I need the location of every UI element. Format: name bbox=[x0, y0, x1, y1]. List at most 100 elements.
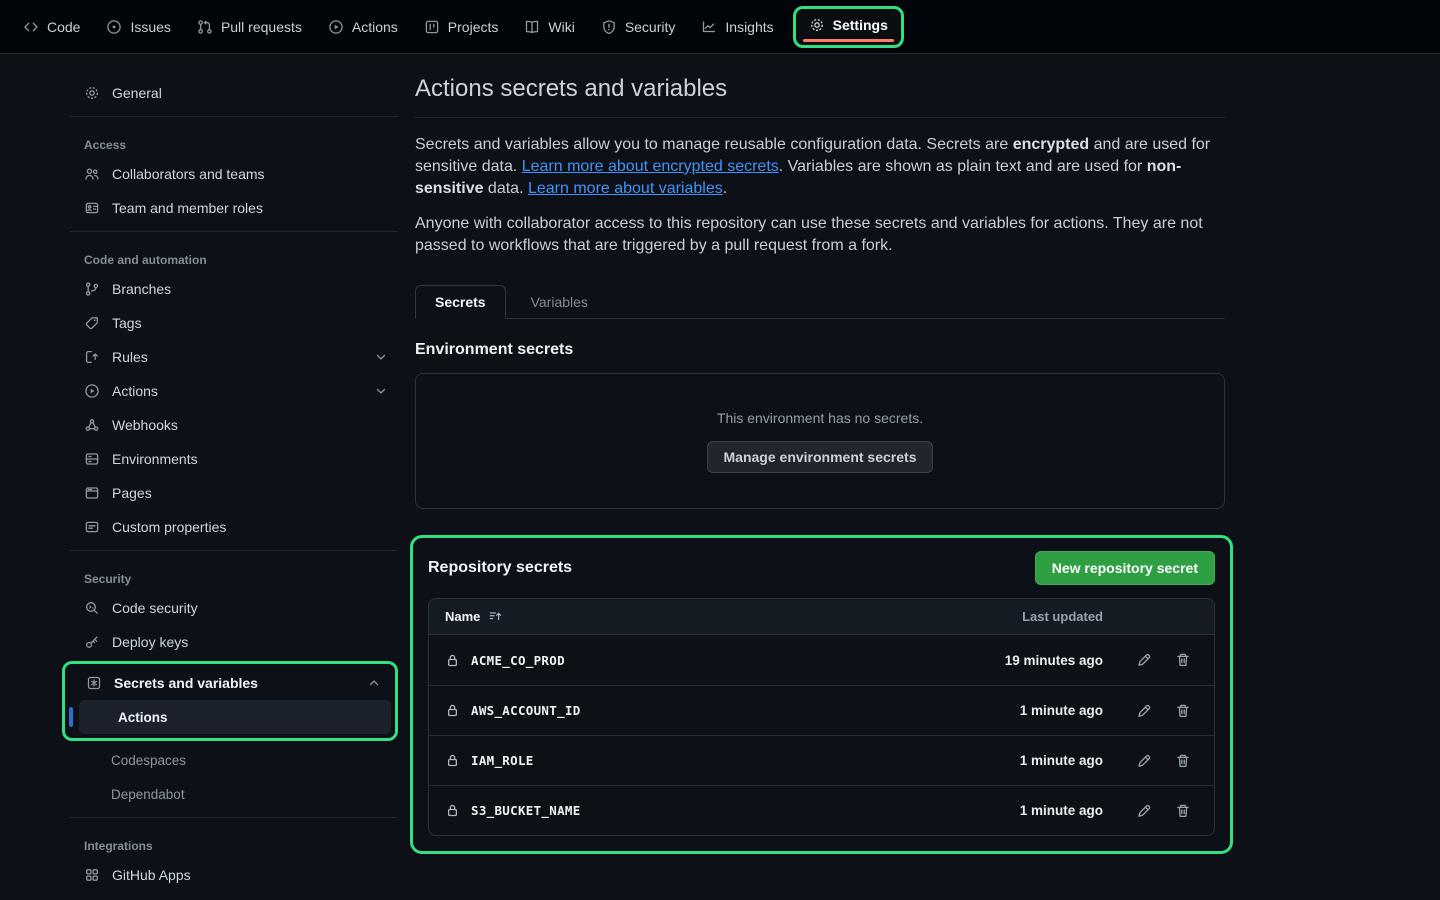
edit-secret-button[interactable] bbox=[1129, 696, 1159, 726]
link-variables[interactable]: Learn more about variables bbox=[528, 180, 723, 197]
lock-icon bbox=[445, 703, 460, 718]
key-icon bbox=[84, 634, 100, 650]
gear-icon bbox=[809, 17, 825, 33]
environment-empty-message: This environment has no secrets. bbox=[717, 410, 923, 426]
tab-code[interactable]: Code bbox=[12, 12, 91, 42]
webhook-icon bbox=[84, 417, 100, 433]
sidebar-item-environments[interactable]: Environments bbox=[60, 442, 398, 476]
sidebar-item-webhooks[interactable]: Webhooks bbox=[60, 408, 398, 442]
sidebar-section-access: Access bbox=[60, 123, 398, 157]
tab-pull-requests[interactable]: Pull requests bbox=[186, 12, 313, 42]
delete-secret-button[interactable] bbox=[1168, 696, 1198, 726]
issue-opened-icon bbox=[106, 19, 122, 35]
chevron-down-icon bbox=[374, 350, 388, 364]
delete-secret-button[interactable] bbox=[1168, 645, 1198, 675]
tag-icon bbox=[84, 315, 100, 331]
tab-projects[interactable]: Projects bbox=[413, 12, 510, 42]
edit-secret-button[interactable] bbox=[1129, 746, 1159, 776]
play-circle-icon bbox=[328, 19, 344, 35]
repo-tab-bar: Code Issues Pull requests Actions Projec… bbox=[0, 0, 1440, 54]
tab-actions[interactable]: Actions bbox=[317, 12, 409, 42]
sidebar-section-integrations: Integrations bbox=[60, 824, 398, 858]
sidebar-item-branches[interactable]: Branches bbox=[60, 272, 398, 306]
sidebar-subitem-codespaces[interactable]: Codespaces bbox=[72, 743, 398, 777]
tab-issues[interactable]: Issues bbox=[95, 12, 181, 42]
id-badge-icon bbox=[84, 200, 100, 216]
book-icon bbox=[524, 19, 540, 35]
browser-icon bbox=[84, 485, 100, 501]
secret-name: ACME_CO_PROD bbox=[471, 653, 565, 668]
intro-paragraph: Secrets and variables allow you to manag… bbox=[415, 134, 1225, 200]
tab-variables[interactable]: Variables bbox=[512, 286, 607, 318]
link-encrypted-secrets[interactable]: Learn more about encrypted secrets bbox=[522, 158, 779, 175]
sidebar-divider bbox=[70, 116, 398, 117]
sidebar-divider bbox=[70, 231, 398, 232]
edit-secret-button[interactable] bbox=[1129, 645, 1159, 675]
sidebar-subitem-dependabot[interactable]: Dependabot bbox=[72, 777, 398, 811]
secret-last-updated: 19 minutes ago bbox=[963, 653, 1103, 668]
repository-secrets-heading: Repository secrets bbox=[428, 559, 572, 577]
sidebar-item-secrets-and-variables[interactable]: Secrets and variables bbox=[67, 666, 391, 700]
table-header-row: Name Last updated bbox=[429, 599, 1214, 635]
sidebar-item-custom-properties[interactable]: Custom properties bbox=[60, 510, 398, 544]
pull-request-icon bbox=[197, 19, 213, 35]
gear-icon bbox=[84, 85, 100, 101]
sort-ascending-icon[interactable] bbox=[488, 609, 503, 624]
secret-last-updated: 1 minute ago bbox=[963, 803, 1103, 818]
manage-environment-secrets-button[interactable]: Manage environment secrets bbox=[707, 441, 934, 473]
secret-name: S3_BUCKET_NAME bbox=[471, 803, 581, 818]
lock-icon bbox=[445, 803, 460, 818]
secrets-annotation-box: Secrets and variables Actions bbox=[62, 661, 398, 741]
lock-icon bbox=[445, 653, 460, 668]
environment-secrets-box: This environment has no secrets. Manage … bbox=[415, 373, 1225, 509]
delete-secret-button[interactable] bbox=[1168, 796, 1198, 826]
sidebar-item-github-apps[interactable]: GitHub Apps bbox=[60, 858, 398, 892]
git-branch-icon bbox=[84, 281, 100, 297]
table-row: IAM_ROLE 1 minute ago bbox=[429, 735, 1214, 785]
chevron-up-icon bbox=[367, 676, 381, 690]
tab-security[interactable]: Security bbox=[590, 12, 687, 42]
sidebar-item-code-security[interactable]: Code security bbox=[60, 591, 398, 625]
column-name-label: Name bbox=[445, 609, 480, 624]
settings-annotation-box: Settings bbox=[793, 6, 904, 48]
key-asterisk-icon bbox=[86, 675, 102, 691]
secret-last-updated: 1 minute ago bbox=[963, 703, 1103, 718]
tab-secrets[interactable]: Secrets bbox=[415, 285, 506, 319]
tab-settings[interactable]: Settings bbox=[801, 12, 896, 38]
people-icon bbox=[84, 166, 100, 182]
graph-icon bbox=[701, 19, 717, 35]
sidebar-item-pages[interactable]: Pages bbox=[60, 476, 398, 510]
sidebar-item-actions[interactable]: Actions bbox=[60, 374, 398, 408]
chevron-down-icon bbox=[374, 384, 388, 398]
sidebar-item-email-notifications[interactable]: Email notifications bbox=[60, 892, 398, 900]
sidebar-section-code-automation: Code and automation bbox=[60, 238, 398, 272]
sidebar-item-general[interactable]: General bbox=[60, 76, 398, 110]
sidebar-subitem-actions[interactable]: Actions bbox=[79, 700, 391, 734]
lock-icon bbox=[445, 753, 460, 768]
apps-icon bbox=[84, 867, 100, 883]
edit-secret-button[interactable] bbox=[1129, 796, 1159, 826]
settings-sidebar: General Access Collaborators and teams T… bbox=[60, 54, 398, 900]
sidebar-item-tags[interactable]: Tags bbox=[60, 306, 398, 340]
tab-wiki[interactable]: Wiki bbox=[513, 12, 585, 42]
project-board-icon bbox=[424, 19, 440, 35]
sidebar-item-collaborators[interactable]: Collaborators and teams bbox=[60, 157, 398, 191]
new-repository-secret-button[interactable]: New repository secret bbox=[1035, 551, 1215, 585]
repository-secrets-annotation-box: Repository secrets New repository secret… bbox=[410, 535, 1233, 854]
tab-insights[interactable]: Insights bbox=[690, 12, 784, 42]
sidebar-item-deploy-keys[interactable]: Deploy keys bbox=[60, 625, 398, 659]
environment-secrets-heading: Environment secrets bbox=[415, 341, 1225, 359]
page-title: Actions secrets and variables bbox=[415, 54, 1225, 118]
secret-last-updated: 1 minute ago bbox=[963, 753, 1103, 768]
sidebar-divider bbox=[70, 817, 398, 818]
code-icon bbox=[23, 19, 39, 35]
sidebar-item-team-roles[interactable]: Team and member roles bbox=[60, 191, 398, 225]
note-icon bbox=[84, 519, 100, 535]
sidebar-section-security: Security bbox=[60, 557, 398, 591]
table-row: AWS_ACCOUNT_ID 1 minute ago bbox=[429, 685, 1214, 735]
delete-secret-button[interactable] bbox=[1168, 746, 1198, 776]
collaborator-note-paragraph: Anyone with collaborator access to this … bbox=[415, 213, 1225, 257]
sidebar-item-rules[interactable]: Rules bbox=[60, 340, 398, 374]
environments-icon bbox=[84, 451, 100, 467]
secret-name: AWS_ACCOUNT_ID bbox=[471, 703, 581, 718]
